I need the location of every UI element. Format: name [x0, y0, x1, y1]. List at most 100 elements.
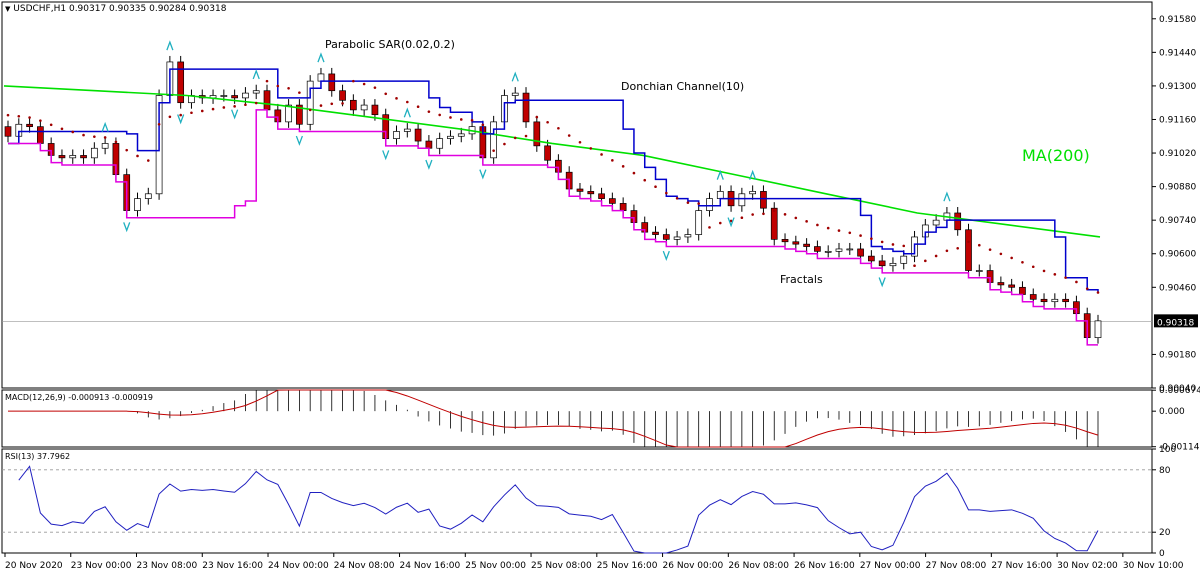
sar-dot	[1053, 273, 1057, 276]
fractal-up-icon	[166, 40, 174, 51]
sar-dot	[190, 111, 193, 115]
macd-signal-line	[8, 389, 1099, 448]
candle-body	[1008, 284, 1016, 288]
rsi-line	[18, 465, 1099, 554]
sar-dot	[945, 249, 949, 253]
candle-body	[177, 61, 185, 104]
sar-dot	[459, 118, 463, 121]
candle-body	[835, 248, 843, 252]
time-tick-label: 27 Nov 08:00	[926, 561, 987, 571]
sar-dot	[49, 123, 53, 127]
candle-body	[4, 126, 12, 137]
time-tick-label: 23 Nov 00:00	[71, 561, 132, 571]
sar-dot	[632, 171, 636, 175]
time-tick-label: 20 Nov 2020	[5, 561, 63, 571]
macd-label: MACD(12,26,9) -0.000913 -0.000919	[5, 393, 153, 402]
candle-body	[533, 121, 541, 147]
sar-dot	[103, 136, 107, 139]
donchian-annotation: Donchian Channel(10)	[621, 80, 745, 93]
sar-dot	[503, 142, 506, 146]
candle-body	[878, 260, 886, 267]
sar-dot	[988, 248, 992, 251]
candle-body	[738, 193, 746, 207]
time-tick-label: 24 Nov 00:00	[268, 561, 329, 571]
time-tick-label: 24 Nov 08:00	[334, 561, 395, 571]
price-tick-label: 0.90600	[1159, 250, 1196, 260]
sar-dot	[1021, 261, 1024, 264]
time-tick-label: 30 Nov 10:00	[1123, 561, 1184, 571]
sar-dot	[438, 113, 441, 117]
candle-body	[1062, 298, 1069, 303]
sar-dot	[449, 116, 452, 119]
sar-dot	[794, 216, 798, 220]
fractal-up-icon	[511, 71, 519, 82]
sar-dot	[513, 136, 517, 140]
sar-dot	[319, 104, 323, 107]
sar-dot	[686, 201, 690, 204]
sar-dot	[762, 212, 765, 216]
sar-dot	[352, 79, 355, 83]
dropdown-icon[interactable]: ▼	[5, 5, 10, 13]
sar-dot	[805, 220, 808, 223]
sar-dot	[870, 237, 873, 240]
fractal-down-icon	[231, 109, 239, 120]
fractal-up-icon	[252, 69, 260, 80]
fractal-up-icon	[317, 52, 325, 63]
forex-chart: 0.91580 0.91440 0.91300 0.91160 0.91020 0.908…	[1, 1, 1200, 571]
sar-dot	[1064, 276, 1067, 279]
sar-dot	[330, 102, 334, 106]
time-tick-label: 27 Nov 00:00	[860, 561, 921, 571]
donchian-upper	[8, 68, 1099, 293]
sar-dot	[114, 140, 118, 144]
time-tick-label: 26 Nov 08:00	[728, 561, 789, 571]
sar-dot	[654, 185, 657, 189]
time-tick-label: 27 Nov 16:00	[991, 561, 1052, 571]
candle-body	[490, 121, 497, 159]
candle-body	[781, 239, 789, 243]
sar-dot	[967, 240, 970, 244]
sar-dot	[362, 82, 366, 86]
candle-body	[403, 128, 411, 132]
sar-dot	[233, 105, 236, 108]
rsi-tick-label: 0	[1159, 549, 1165, 559]
sar-dot	[168, 115, 172, 119]
candle-body	[857, 248, 864, 257]
time-tick-label: 25 Nov 08:00	[531, 561, 592, 571]
time-tick-label: 23 Nov 16:00	[202, 561, 263, 571]
macd-tick-label: 0.000674	[1159, 386, 1200, 396]
sar-dot	[956, 246, 960, 250]
candle-body	[252, 90, 260, 94]
sar-dot	[557, 126, 560, 130]
sar-dot	[17, 114, 21, 118]
candle-body	[58, 155, 66, 159]
sar-dot	[406, 100, 409, 104]
main-panel-frame	[1, 1, 1153, 389]
sar-dot	[1031, 265, 1035, 269]
time-tick-label: 26 Nov 00:00	[663, 561, 724, 571]
sar-dot	[1085, 287, 1089, 290]
sar-dot	[643, 178, 647, 182]
candle-body	[662, 234, 670, 240]
candle-body	[619, 203, 627, 211]
candle-body	[101, 143, 109, 149]
candle-body	[90, 147, 98, 159]
sar-dot	[28, 116, 31, 119]
candle-body	[436, 138, 444, 149]
candle-body	[80, 155, 87, 159]
price-tick-label: 0.90880	[1159, 183, 1196, 193]
sar-dot	[308, 108, 312, 112]
sar-dot	[93, 135, 96, 138]
candle-body	[975, 270, 983, 272]
sar-dot	[298, 91, 301, 94]
fractal-up-icon	[403, 107, 411, 118]
sar-dot	[546, 120, 549, 124]
fractal-up-icon	[101, 121, 109, 132]
candle-body	[997, 282, 1005, 286]
sar-dot	[859, 234, 862, 237]
candle-body	[1094, 320, 1102, 339]
fractals-annotation: Fractals	[780, 273, 823, 286]
candle-body	[598, 193, 605, 199]
sar-dot	[470, 119, 474, 122]
time-tick-label: 24 Nov 16:00	[400, 561, 461, 571]
candle-body	[425, 140, 433, 149]
